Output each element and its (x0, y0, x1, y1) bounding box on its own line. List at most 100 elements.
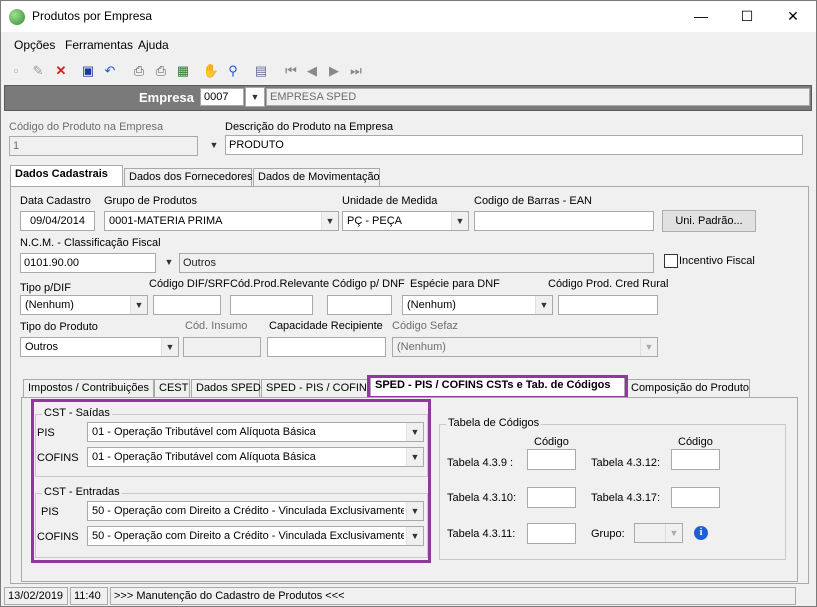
subtab-sped-pis-cofins[interactable]: SPED - PIS / COFINS (261, 379, 369, 397)
menu-ajuda[interactable]: Ajuda (138, 38, 169, 52)
cred-rural-input[interactable] (558, 295, 658, 315)
grupo-label: Grupo: (591, 528, 625, 540)
especie-dnf-label: Espécie para DNF (410, 278, 500, 290)
saidas-cofins-select[interactable]: 01 - Operação Tributável com Alíquota Bá… (87, 447, 424, 467)
tabela-4311-label: Tabela 4.3.11: (447, 528, 516, 540)
minimize-button[interactable]: — (678, 1, 724, 32)
empresa-label: Empresa (139, 90, 194, 105)
saidas-pis-select[interactable]: 01 - Operação Tributável com Alíquota Bá… (87, 422, 424, 442)
cod-insumo-input (183, 337, 261, 357)
saidas-pis-value: 01 - Operação Tributável com Alíquota Bá… (92, 426, 316, 438)
ean-label: Codigo de Barras - EAN (474, 195, 592, 207)
window-title: Produtos por Empresa (32, 9, 153, 23)
hand-icon[interactable]: ✋ (202, 62, 220, 80)
especie-dnf-select[interactable]: (Nenhum) ▼ (402, 295, 553, 315)
tabela-4317-input[interactable] (671, 487, 720, 508)
codigo-dnf-label: Código p/ DNF (332, 278, 405, 290)
status-date: 13/02/2019 (4, 587, 68, 605)
tabela-439-label: Tabela 4.3.9 : (447, 457, 514, 469)
menu-opcoes[interactable]: Opções (14, 38, 55, 52)
codigo-dif-srf-input[interactable] (153, 295, 221, 315)
cred-rural-label: Código Prod. Cred Rural (548, 278, 669, 290)
especie-dnf-value: (Nenhum) (407, 299, 456, 311)
report-icon[interactable]: ▤ (252, 62, 270, 80)
subtab-dados-sped[interactable]: Dados SPED (191, 379, 261, 397)
resize-grip-icon[interactable] (798, 587, 814, 605)
descricao-input[interactable] (225, 135, 803, 155)
grupo-produtos-value: 0001-MATERIA PRIMA (109, 215, 223, 227)
info-icon[interactable]: i (694, 526, 708, 540)
subtab-composicao[interactable]: Composição do Produto (626, 379, 750, 397)
unidade-medida-value: PÇ - PEÇA (347, 215, 403, 227)
chevron-down-icon: ▼ (161, 338, 178, 356)
save-icon[interactable]: ▣ (79, 62, 97, 80)
status-time: 11:40 (70, 587, 108, 605)
entradas-pis-select[interactable]: 50 - Operação com Direito a Crédito - Vi… (87, 501, 424, 521)
codigo-header-1: Código (534, 436, 569, 448)
new-icon[interactable]: ▫ (7, 62, 25, 80)
delete-icon[interactable]: ✕ (52, 62, 70, 80)
tabela-4310-input[interactable] (527, 487, 576, 508)
tabela-439-input[interactable] (527, 449, 576, 470)
tab-dados-cadastrais[interactable]: Dados Cadastrais (10, 165, 123, 186)
search-icon[interactable]: ⚲ (224, 62, 242, 80)
capacidade-input[interactable] (267, 337, 386, 357)
close-button[interactable]: ✕ (770, 1, 816, 32)
incentivo-fiscal-label: Incentivo Fiscal (679, 255, 755, 267)
ncm-label: N.C.M. - Classificação Fiscal (20, 237, 161, 249)
subtab-impostos[interactable]: Impostos / Contribuições (23, 379, 154, 397)
uni-padrao-button[interactable]: Uni. Padrão... (662, 210, 756, 232)
cod-insumo-label: Cód. Insumo (185, 320, 248, 332)
chevron-down-icon: ▼ (535, 296, 552, 314)
cst-saidas-caption: CST - Saídas (42, 407, 112, 419)
edit-icon[interactable]: ✎ (29, 62, 47, 80)
tab-dados-fornecedores[interactable]: Dados dos Fornecedores (124, 168, 253, 186)
empresa-dropdown[interactable]: ▼ (245, 87, 265, 107)
empresa-code-input[interactable] (200, 88, 244, 106)
tipo-produto-value: Outros (25, 341, 59, 353)
subtab-cest[interactable]: CEST (154, 379, 190, 397)
grupo-produtos-select[interactable]: 0001-MATERIA PRIMA ▼ (104, 211, 339, 231)
entradas-cofins-label: COFINS (37, 531, 79, 543)
first-record-icon[interactable]: ⏮ (282, 62, 300, 80)
codigo-produto-dropdown[interactable]: ▼ (202, 136, 222, 156)
ean-input[interactable] (474, 211, 654, 231)
tabela-4312-input[interactable] (671, 449, 720, 470)
saidas-pis-label: PIS (37, 427, 55, 439)
status-message: >>> Manutenção do Cadastro de Produtos <… (110, 587, 796, 605)
menu-ferramentas[interactable]: Ferramentas (65, 38, 133, 52)
undo-icon[interactable]: ↶ (101, 62, 119, 80)
print-icon[interactable]: ⎙ (130, 62, 148, 80)
tab-dados-movimentacao[interactable]: Dados de Movimentação (253, 168, 380, 186)
app-icon (9, 9, 25, 25)
tipo-dif-select[interactable]: (Nenhum) ▼ (20, 295, 148, 315)
incentivo-fiscal-checkbox[interactable] (664, 254, 678, 268)
ncm-dropdown[interactable]: ▼ (157, 253, 177, 273)
toolbar: ▫ ✎ ✕ ▣ ↶ ⎙ ⎙ ▦ ✋ ⚲ ▤ ⏮ ◀ ▶ ⏭ (1, 59, 816, 83)
print-preview-icon[interactable]: ⎙ (152, 62, 170, 80)
saidas-cofins-label: COFINS (37, 452, 79, 464)
codigo-sefaz-select: (Nenhum) ▼ (392, 337, 658, 357)
empresa-bar: Empresa ▼ (4, 85, 812, 111)
codigo-header-2: Código (678, 436, 713, 448)
tabela-4310-label: Tabela 4.3.10: (447, 492, 517, 504)
grupo-produtos-label: Grupo de Produtos (104, 195, 197, 207)
cod-prod-relevante-label: Cód.Prod.Relevante (230, 278, 330, 290)
export-icon[interactable]: ▦ (174, 62, 192, 80)
unidade-medida-label: Unidade de Medida (342, 195, 438, 207)
last-record-icon[interactable]: ⏭ (347, 62, 365, 80)
tipo-produto-select[interactable]: Outros ▼ (20, 337, 179, 357)
next-record-icon[interactable]: ▶ (325, 62, 343, 80)
tabela-4311-input[interactable] (527, 523, 576, 544)
data-cadastro-input[interactable] (20, 211, 95, 231)
capacidade-label: Capacidade Recipiente (269, 320, 383, 332)
unidade-medida-select[interactable]: PÇ - PEÇA ▼ (342, 211, 469, 231)
descricao-label: Descrição do Produto na Empresa (225, 121, 394, 133)
codigo-sefaz-value: (Nenhum) (397, 341, 446, 353)
codigo-dnf-input[interactable] (327, 295, 392, 315)
entradas-cofins-select[interactable]: 50 - Operação com Direito a Crédito - Vi… (87, 526, 424, 546)
ncm-input[interactable] (20, 253, 156, 273)
prev-record-icon[interactable]: ◀ (303, 62, 321, 80)
cod-prod-relevante-input[interactable] (230, 295, 313, 315)
maximize-button[interactable]: ☐ (724, 1, 770, 32)
